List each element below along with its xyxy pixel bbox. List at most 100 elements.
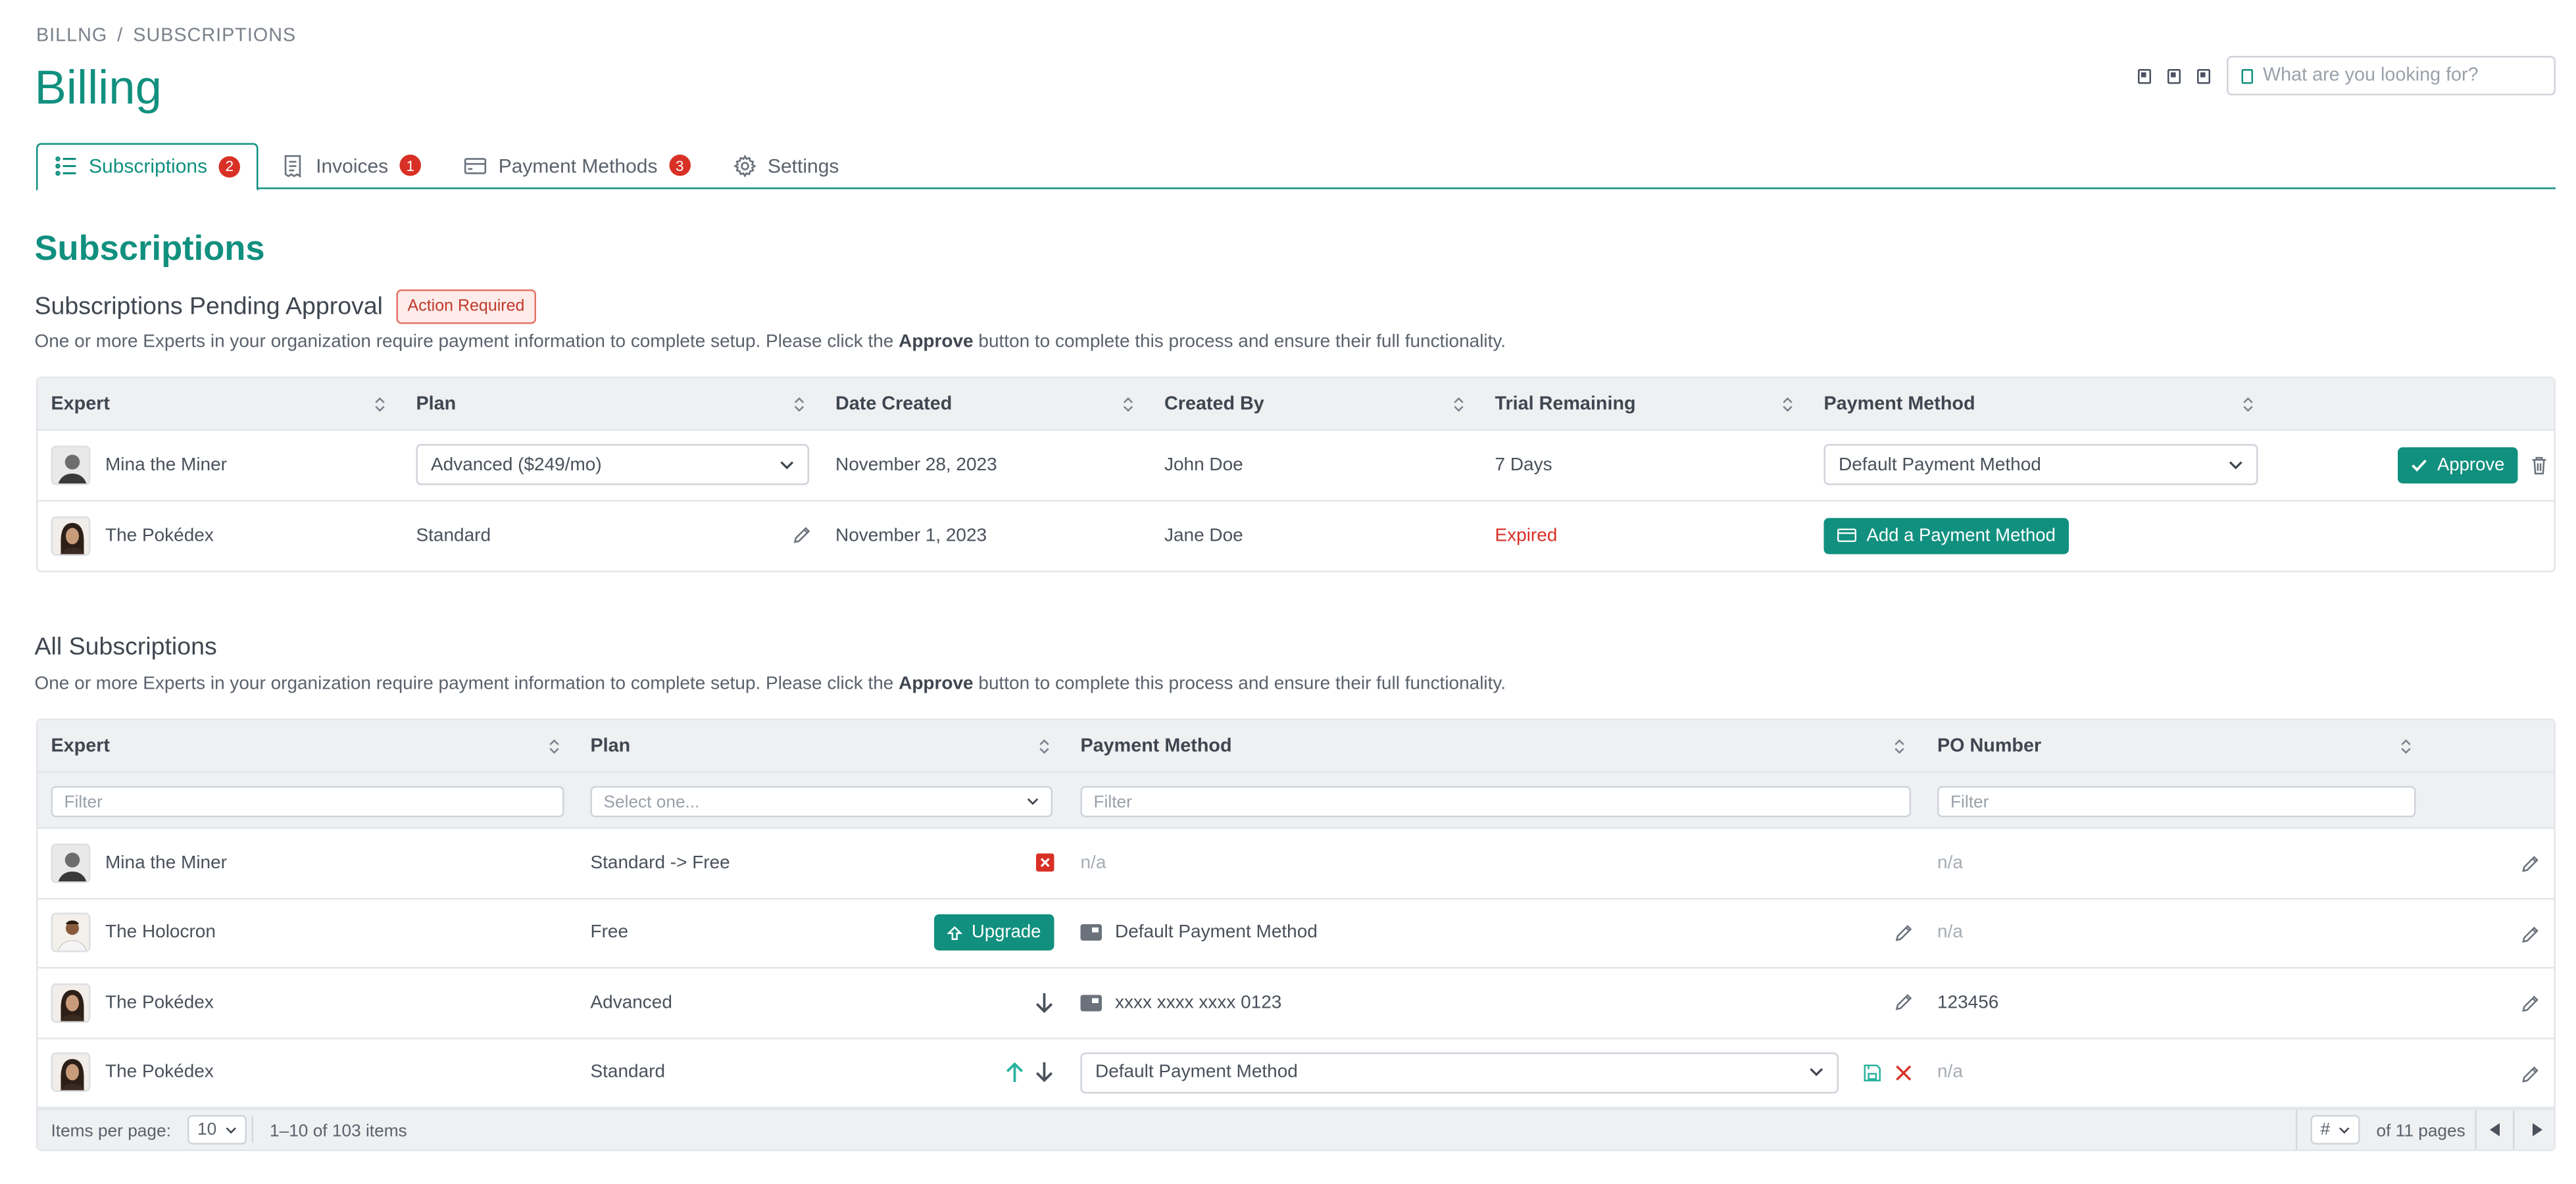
pencil-icon[interactable] <box>2521 995 2540 1014</box>
sort-icon[interactable] <box>1039 739 1049 755</box>
pencil-icon[interactable] <box>1895 924 1913 942</box>
po-number-filter-input[interactable]: Filter <box>1937 786 2416 818</box>
pending-approval-table: Expert Plan Date Created Created By Tria… <box>36 376 2556 572</box>
arrow-down-icon[interactable] <box>1035 991 1054 1014</box>
expert-name[interactable]: Mina the Miner <box>105 853 227 873</box>
column-header-payment-method[interactable]: Payment Method <box>1081 720 1232 773</box>
save-icon[interactable] <box>1864 1064 1882 1082</box>
credit-card-icon <box>464 157 487 174</box>
add-payment-method-button[interactable]: Add a Payment Method <box>1823 517 2069 554</box>
payment-method-select[interactable]: Default Payment Method <box>1080 1052 1839 1093</box>
all-subscriptions-description: One or more Experts in your organization… <box>35 674 1506 694</box>
chevron-down-icon <box>1810 1068 1823 1077</box>
expert-name[interactable]: Mina the Miner <box>105 455 227 475</box>
column-header-trial-remaining[interactable]: Trial Remaining <box>1495 378 1636 431</box>
sort-icon[interactable] <box>1123 397 1133 413</box>
plan-filter-select[interactable]: Select one... <box>590 786 1053 818</box>
arrow-up-icon[interactable] <box>1005 1061 1025 1084</box>
approve-button-label: Approve <box>2437 455 2505 475</box>
plan-select[interactable]: Advanced ($249/mo) <box>416 444 809 486</box>
table-row: The Pokédex Standard November 1, 2023 Ja… <box>38 501 2554 570</box>
pencil-icon[interactable] <box>2521 925 2540 943</box>
expert-name[interactable]: The Pokédex <box>105 526 214 545</box>
column-header-payment-method[interactable]: Payment Method <box>1824 378 1975 431</box>
help-icon[interactable] <box>2167 68 2181 84</box>
page-title: Billing <box>34 62 162 115</box>
arrow-down-icon[interactable] <box>1035 1061 1054 1084</box>
chevron-down-icon <box>780 460 794 469</box>
po-number-value: n/a <box>1937 852 1963 873</box>
notifications-icon[interactable] <box>2138 68 2151 84</box>
receipt-icon <box>284 154 301 177</box>
tab-invoices[interactable]: Invoices 1 <box>265 143 438 188</box>
upgrade-button[interactable]: Upgrade <box>933 914 1054 951</box>
avatar <box>51 913 91 953</box>
next-page-icon[interactable] <box>2531 1122 2544 1138</box>
trash-icon[interactable] <box>2531 455 2547 475</box>
all-subscriptions-table: Expert Plan Payment Method PO Number Fil… <box>36 718 2556 1151</box>
sort-icon[interactable] <box>1895 739 1904 755</box>
avatar <box>51 983 91 1023</box>
sort-icon[interactable] <box>1783 397 1793 413</box>
payment-method-cell: Default Payment Method <box>1080 1039 1913 1107</box>
expert-name[interactable]: The Holocron <box>105 923 216 943</box>
section-title: Subscriptions <box>34 230 265 268</box>
divider <box>2296 1110 2298 1150</box>
payment-method-value: Default Payment Method <box>1115 923 1318 943</box>
tab-subscriptions-label: Subscriptions <box>89 155 208 178</box>
column-header-date-created[interactable]: Date Created <box>835 378 952 431</box>
pencil-icon[interactable] <box>793 527 811 545</box>
tab-bar: Subscriptions 2 Invoices 1 Payment Metho… <box>36 143 2556 190</box>
add-payment-method-label: Add a Payment Method <box>1866 526 2056 546</box>
user-icon[interactable] <box>2197 68 2210 84</box>
column-header-expert[interactable]: Expert <box>51 720 110 773</box>
tab-subscriptions[interactable]: Subscriptions 2 <box>36 143 259 190</box>
sort-icon[interactable] <box>1454 397 1464 413</box>
column-header-po-number[interactable]: PO Number <box>1937 720 2041 773</box>
search-icon <box>2241 68 2253 84</box>
plan-cell: Standard -> Free <box>591 829 1054 897</box>
payment-method-cell: Default Payment Method <box>1080 899 1913 967</box>
table-header: Expert Plan Date Created Created By Tria… <box>37 378 2554 431</box>
payment-method-filter-input[interactable]: Filter <box>1080 786 1911 818</box>
close-icon[interactable] <box>1895 1064 1913 1082</box>
sort-icon[interactable] <box>794 397 805 413</box>
column-header-plan[interactable]: Plan <box>591 720 631 773</box>
check-icon <box>2412 459 2427 472</box>
items-per-page-value: 10 <box>197 1120 217 1140</box>
plan-value: Free <box>590 923 629 943</box>
card-chip-icon <box>1080 994 1102 1011</box>
expert-filter-input[interactable]: Filter <box>51 786 564 818</box>
breadcrumb: BILLNG / SUBSCRIPTIONS <box>36 26 296 46</box>
column-header-plan[interactable]: Plan <box>416 378 457 431</box>
pencil-icon[interactable] <box>2521 1065 2540 1083</box>
column-header-expert[interactable]: Expert <box>51 378 110 431</box>
chevron-down-icon <box>1027 798 1039 805</box>
search-input[interactable] <box>2263 66 2541 86</box>
pencil-icon[interactable] <box>2521 855 2540 874</box>
expert-name[interactable]: The Pokédex <box>105 993 214 1012</box>
cancel-change-icon[interactable] <box>1036 854 1054 872</box>
pencil-icon[interactable] <box>1895 994 1913 1012</box>
sort-icon[interactable] <box>549 739 559 755</box>
pending-approval-title: Subscriptions Pending Approval <box>34 293 384 321</box>
expert-cell: The Pokédex <box>51 969 214 1037</box>
sort-icon[interactable] <box>2243 397 2253 413</box>
breadcrumb-item-billing[interactable]: BILLNG <box>36 26 107 46</box>
tab-payment-methods[interactable]: Payment Methods 3 <box>447 143 706 188</box>
tab-payment-methods-label: Payment Methods <box>498 153 658 177</box>
sort-icon[interactable] <box>2401 739 2411 755</box>
approve-button[interactable]: Approve <box>2398 447 2518 483</box>
tab-settings[interactable]: Settings <box>716 143 855 188</box>
avatar <box>51 843 91 883</box>
pagination-bar: Items per page: 10 1–10 of 103 items # o… <box>37 1108 2554 1150</box>
page-select[interactable]: # <box>2310 1115 2360 1145</box>
sort-icon[interactable] <box>375 397 385 413</box>
date-created: November 1, 2023 <box>835 526 987 546</box>
items-range: 1–10 of 103 items <box>270 1122 407 1141</box>
items-per-page-select[interactable]: 10 <box>187 1115 247 1145</box>
payment-method-select[interactable]: Default Payment Method <box>1823 444 2258 486</box>
column-header-created-by[interactable]: Created By <box>1164 378 1264 431</box>
previous-page-icon[interactable] <box>2489 1122 2502 1138</box>
expert-name[interactable]: The Pokédex <box>105 1063 214 1083</box>
